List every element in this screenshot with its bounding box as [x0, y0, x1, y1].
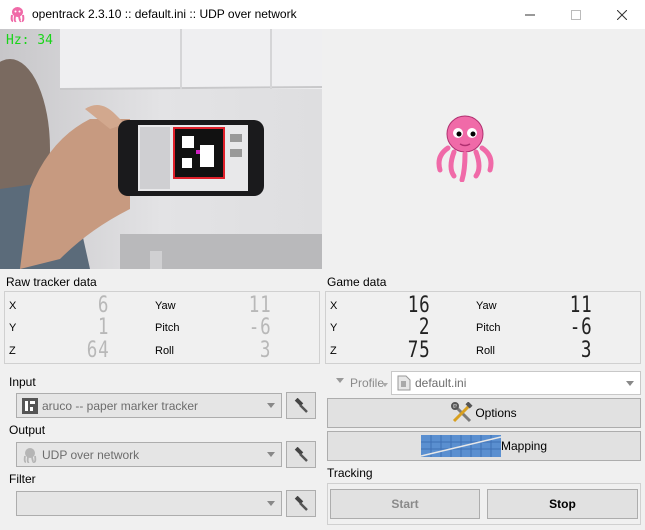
game-z-label: Z — [330, 345, 337, 357]
input-title: Input — [9, 375, 36, 389]
game-yaw-label: Yaw — [476, 300, 497, 312]
options-button[interactable]: Options — [327, 398, 641, 428]
game-z-value: 75 — [407, 338, 430, 363]
raw-pitch-label: Pitch — [155, 322, 180, 334]
window-title: opentrack 2.3.10 :: default.ini :: UDP o… — [32, 7, 297, 21]
title-bar: opentrack 2.3.10 :: default.ini :: UDP o… — [0, 0, 645, 29]
input-settings-button[interactable] — [286, 392, 316, 419]
camera-preview: Hz: 34 — [0, 29, 322, 269]
hammer-icon — [294, 446, 308, 462]
chevron-down-icon — [626, 381, 634, 386]
profile-select[interactable]: default.ini — [391, 371, 641, 395]
game-data-panel: X 16 Yaw 11 Y 2 Pitch -6 Z 75 Roll 3 — [325, 291, 641, 364]
hammer-icon — [294, 495, 308, 511]
output-protocol-select[interactable]: UDP over network — [16, 442, 282, 467]
raw-z-value: 64 — [86, 338, 109, 363]
octopus-grey-icon — [23, 447, 37, 463]
tracking-title: Tracking — [327, 466, 373, 480]
game-y-value: 2 — [418, 315, 430, 340]
octopus-app-icon — [10, 7, 25, 23]
filter-settings-button[interactable] — [286, 490, 316, 517]
raw-roll-value: 3 — [259, 338, 271, 363]
output-settings-button[interactable] — [286, 441, 316, 468]
camera-image — [0, 29, 322, 269]
input-tracker-value: aruco -- paper marker tracker — [42, 398, 199, 413]
profile-menu-arrow-icon[interactable] — [336, 378, 344, 383]
raw-tracker-panel: X 6 Yaw 11 Y 1 Pitch -6 Z 64 Roll 3 — [4, 291, 320, 364]
output-protocol-value: UDP over network — [42, 447, 140, 462]
game-y-label: Y — [330, 322, 338, 334]
mapping-label: Mapping — [500, 439, 548, 453]
tools-icon — [451, 402, 473, 423]
game-roll-value: 3 — [580, 338, 592, 363]
chevron-down-icon — [267, 403, 275, 408]
raw-pitch-value: -6 — [248, 315, 271, 340]
raw-z-label: Z — [9, 345, 16, 357]
game-pitch-label: Pitch — [476, 322, 501, 334]
chevron-down-icon — [267, 452, 275, 457]
close-icon[interactable] — [599, 0, 645, 29]
filter-select[interactable] — [16, 491, 282, 516]
minimize-icon[interactable] — [507, 0, 553, 29]
octopus-mascot-icon — [436, 115, 494, 182]
input-tracker-select[interactable]: aruco -- paper marker tracker — [16, 393, 282, 418]
game-pitch-value: -6 — [569, 315, 592, 340]
stop-button[interactable]: Stop — [487, 489, 638, 519]
game-x-label: X — [330, 300, 338, 312]
options-label: Options — [475, 406, 517, 420]
raw-tracker-title: Raw tracker data — [6, 275, 97, 289]
profile-value: default.ini — [415, 376, 467, 390]
game-data-title: Game data — [327, 275, 387, 289]
raw-y-label: Y — [9, 322, 17, 334]
maximize-icon[interactable] — [553, 0, 599, 29]
profile-chevron-icon — [382, 383, 388, 387]
raw-y-value: 1 — [97, 315, 109, 340]
hammer-icon — [294, 397, 308, 413]
start-button[interactable]: Start — [330, 489, 480, 519]
raw-yaw-label: Yaw — [155, 300, 176, 312]
filter-title: Filter — [9, 472, 36, 486]
profile-label[interactable]: Profile — [350, 376, 384, 390]
raw-x-label: X — [9, 300, 17, 312]
raw-roll-label: Roll — [155, 345, 174, 357]
hz-readout: Hz: 34 — [6, 33, 53, 48]
output-title: Output — [9, 423, 46, 437]
chevron-down-icon — [267, 501, 275, 506]
ini-file-icon — [397, 375, 411, 391]
curve-mapping-icon — [420, 435, 501, 457]
mapping-button[interactable]: Mapping — [327, 431, 641, 461]
game-roll-label: Roll — [476, 345, 495, 357]
aruco-marker-icon — [22, 397, 38, 414]
